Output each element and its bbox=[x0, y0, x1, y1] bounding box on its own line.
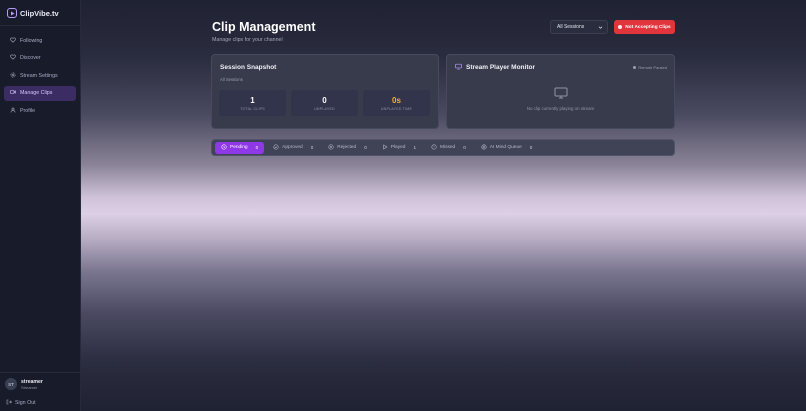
user-profile[interactable]: ST streamer Streamer bbox=[5, 378, 43, 390]
status-dot-icon bbox=[618, 25, 623, 29]
tab-missed[interactable]: Missed 0 bbox=[425, 142, 472, 154]
sidebar-item-label: Stream Settings bbox=[20, 72, 58, 79]
status-badge-label: Remote Paused bbox=[638, 65, 667, 70]
tab-count: 1 bbox=[413, 145, 417, 150]
user-role: Streamer bbox=[21, 384, 38, 390]
empty-state-text: No clip currently playing on stream bbox=[526, 106, 595, 111]
tab-label: Missed bbox=[440, 145, 456, 150]
accepting-clips-toggle-button[interactable]: Not Accepting Clips bbox=[614, 20, 675, 34]
play-logo-icon bbox=[7, 8, 17, 18]
sign-out-icon bbox=[6, 399, 12, 407]
play-icon bbox=[382, 144, 388, 152]
sidebar-item-profile[interactable]: Profile bbox=[4, 103, 76, 118]
status-dot-icon bbox=[633, 66, 637, 69]
sidebar-item-stream-settings[interactable]: Stream Settings bbox=[4, 68, 76, 83]
sidebar-item-discover[interactable]: Discover bbox=[4, 51, 76, 66]
stat-value: 1 bbox=[250, 95, 255, 105]
status-badge: Remote Paused bbox=[633, 65, 667, 70]
card-header: Stream Player Monitor bbox=[455, 63, 535, 72]
session-snapshot-card: Session Snapshot All Sessions 1 TOTAL CL… bbox=[211, 54, 439, 129]
x-circle-icon bbox=[328, 143, 334, 152]
check-circle-icon bbox=[273, 143, 279, 152]
tab-count: 0 bbox=[529, 145, 533, 150]
user-name: streamer bbox=[21, 378, 43, 385]
divider bbox=[0, 25, 80, 26]
divider bbox=[0, 372, 80, 373]
app-name: ClipVibe.tv bbox=[20, 8, 59, 18]
tab-approved[interactable]: Approved 0 bbox=[267, 142, 319, 154]
sidebar-item-manage-clips[interactable]: Manage Clips bbox=[4, 85, 76, 101]
main-content: Clip Management Manage clips for your ch… bbox=[81, 0, 806, 411]
stats-row: 1 TOTAL CLIPS 0 UNPLAYED 0s UNPLAYED TIM… bbox=[219, 90, 430, 116]
tab-played[interactable]: Played 1 bbox=[376, 142, 422, 154]
stat-unplayed-time: 0s UNPLAYED TIME bbox=[363, 90, 430, 116]
video-icon bbox=[10, 89, 16, 97]
tab-count: 0 bbox=[310, 145, 314, 150]
app-logo[interactable]: ClipVibe.tv bbox=[7, 8, 59, 18]
session-select-value: All Sessions bbox=[557, 24, 585, 30]
tab-label: AI Mind Queue bbox=[489, 145, 522, 150]
tab-pending[interactable]: Pending 0 bbox=[215, 141, 265, 154]
stat-label: UNPLAYED bbox=[314, 106, 335, 111]
sign-out-label: Sign Out bbox=[15, 400, 36, 406]
sidebar-nav: Following Discover Stream Settings Manag… bbox=[4, 33, 76, 121]
tab-ai-mind-queue[interactable]: AI Mind Queue 0 bbox=[475, 142, 539, 154]
sidebar-item-label: Following bbox=[20, 37, 43, 44]
tab-label: Played bbox=[390, 145, 406, 150]
clip-status-tabs: Pending 0 Approved 0 Rejected 0 Played 1… bbox=[211, 139, 675, 156]
tab-label: Rejected bbox=[337, 145, 357, 150]
sidebar-item-following[interactable]: Following bbox=[4, 33, 76, 48]
stat-unplayed: 0 UNPLAYED bbox=[291, 90, 358, 116]
sidebar-item-label: Manage Clips bbox=[20, 90, 53, 96]
stat-value: 0s bbox=[392, 95, 401, 105]
alert-circle-icon bbox=[431, 143, 437, 152]
stat-value: 0 bbox=[322, 95, 327, 105]
heart-icon bbox=[10, 37, 16, 45]
tab-count: 0 bbox=[364, 145, 367, 150]
user-icon bbox=[10, 107, 16, 115]
heart-icon bbox=[10, 54, 16, 62]
tab-label: Pending bbox=[230, 145, 248, 150]
tab-count: 0 bbox=[463, 145, 466, 150]
monitor-icon bbox=[554, 86, 568, 99]
accepting-clips-label: Not Accepting Clips bbox=[625, 24, 671, 30]
card-title: Stream Player Monitor bbox=[466, 64, 535, 71]
avatar: ST bbox=[5, 378, 17, 390]
gear-icon bbox=[10, 71, 16, 80]
card-title: Session Snapshot bbox=[220, 64, 277, 71]
stat-label: TOTAL CLIPS bbox=[240, 106, 265, 111]
chevron-down-icon bbox=[598, 25, 603, 30]
session-select[interactable]: All Sessions bbox=[550, 20, 608, 34]
stat-label: UNPLAYED TIME bbox=[380, 106, 413, 111]
stream-player-monitor-card: Stream Player Monitor Remote Paused No c… bbox=[446, 54, 675, 129]
card-subtitle: All Sessions bbox=[220, 77, 243, 82]
sidebar: ClipVibe.tv Following Discover Stream Se… bbox=[0, 0, 81, 411]
clock-icon bbox=[221, 143, 227, 152]
sign-out-button[interactable]: Sign Out bbox=[6, 399, 36, 407]
page-title: Clip Management bbox=[212, 20, 316, 34]
sidebar-item-label: Profile bbox=[20, 107, 36, 114]
tab-label: Approved bbox=[282, 145, 303, 150]
stat-total-clips: 1 TOTAL CLIPS bbox=[219, 90, 286, 116]
tab-count: 0 bbox=[255, 145, 259, 150]
monitor-icon bbox=[455, 63, 462, 72]
sidebar-item-label: Discover bbox=[20, 55, 41, 61]
page-subtitle: Manage clips for your channel bbox=[212, 37, 283, 43]
tab-rejected[interactable]: Rejected 0 bbox=[322, 142, 373, 154]
brain-icon bbox=[481, 143, 487, 152]
